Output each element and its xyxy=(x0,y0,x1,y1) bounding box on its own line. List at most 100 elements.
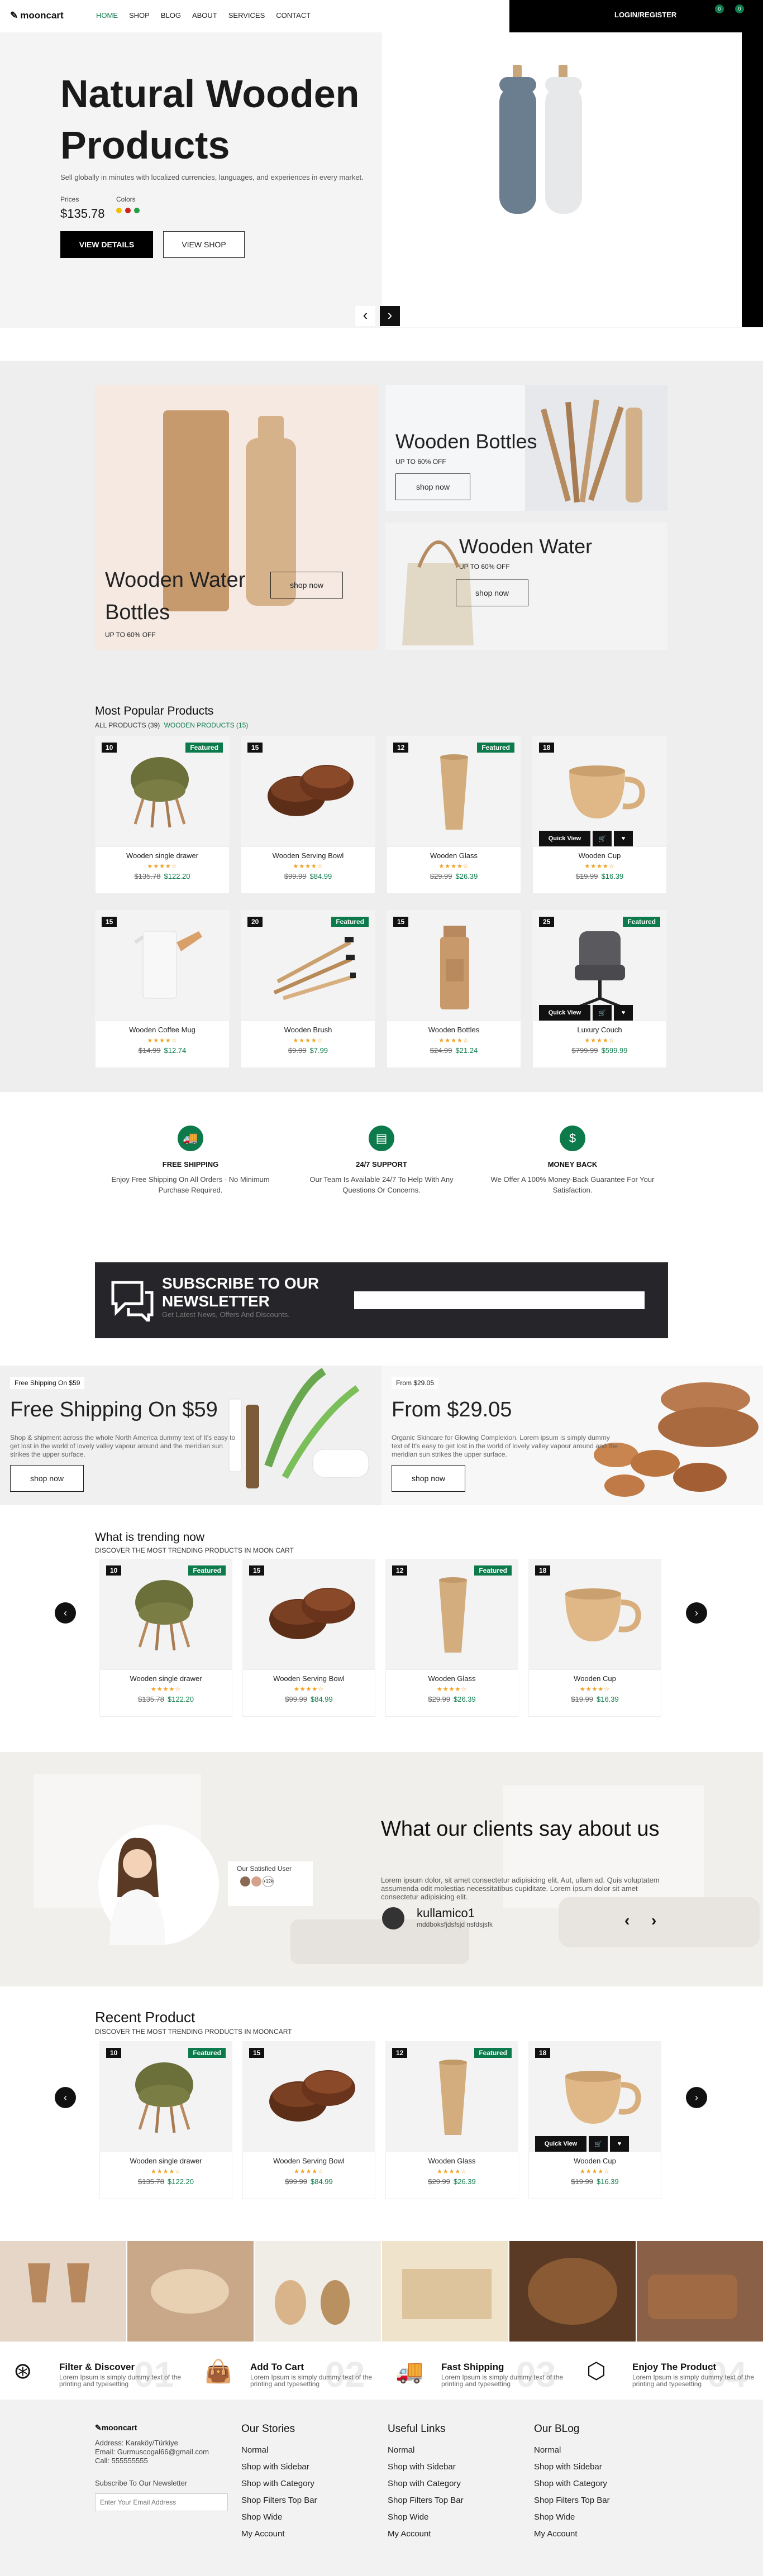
footer-link[interactable]: My Account xyxy=(241,2529,375,2539)
product-name[interactable]: Wooden Coffee Mug xyxy=(96,1026,229,1034)
product-name[interactable]: Wooden Serving Bowl xyxy=(243,2157,375,2165)
filter-wooden[interactable]: WOODEN PRODUCTS (15) xyxy=(164,721,249,729)
product-card[interactable]: 18 Quick View 🛒 ♥ Wooden Cup ★★★★☆ $19.99 $16.3… xyxy=(528,2041,661,2199)
wishlist-button[interactable]: ♥ xyxy=(614,1005,633,1021)
product-card[interactable]: 12 Featured Wooden Glass ★★★★☆ $29.99 $26.39 xyxy=(385,2041,518,2199)
view-shop-button[interactable]: VIEW SHOP xyxy=(163,231,245,258)
product-name[interactable]: Wooden Glass xyxy=(386,1674,518,1683)
product-card[interactable]: 10 Featured Wooden single drawer ★★★★☆ $135.… xyxy=(95,736,230,894)
wishlist-badge[interactable]: 0 xyxy=(715,4,724,13)
color-swatch-red[interactable] xyxy=(125,208,131,213)
recent-next-button[interactable]: › xyxy=(686,2087,707,2108)
product-card[interactable]: 15 Wooden Serving Bowl ★★★★☆ $99.99 $84.99 xyxy=(241,736,375,894)
featured-badge: Featured xyxy=(623,917,660,927)
new-price: $16.39 xyxy=(597,1695,619,1703)
footer-link[interactable]: Shop with Category xyxy=(241,2479,375,2488)
product-card[interactable]: 18 Wooden Cup ★★★★☆ $19.99 $16.39 xyxy=(528,1559,661,1717)
quick-view-button[interactable]: Quick View xyxy=(535,2136,586,2152)
footer-link[interactable]: My Account xyxy=(534,2529,668,2539)
footer-link[interactable]: Shop with Category xyxy=(388,2479,522,2488)
product-name[interactable]: Luxury Couch xyxy=(533,1026,666,1034)
footer-link[interactable]: Shop Wide xyxy=(388,2512,522,2522)
product-name[interactable]: Wooden single drawer xyxy=(100,2157,232,2165)
nav-home[interactable]: HOME xyxy=(96,11,118,20)
footer-logo[interactable]: ✎mooncart xyxy=(95,2423,137,2433)
new-price: $122.20 xyxy=(168,2177,194,2186)
cart-badge[interactable]: 0 xyxy=(735,4,744,13)
trending-next-button[interactable]: › xyxy=(686,1602,707,1624)
hero-next-button[interactable]: › xyxy=(380,306,400,326)
testimonial-prev-button[interactable]: ‹ xyxy=(624,1912,630,1929)
product-name[interactable]: Wooden Brush xyxy=(241,1026,375,1034)
product-name[interactable]: Wooden single drawer xyxy=(100,1674,232,1683)
product-card[interactable]: 15 Wooden Coffee Mug ★★★★☆ $14.99 $12.74 xyxy=(95,910,230,1068)
new-price: $16.39 xyxy=(597,2177,619,2186)
filter-all[interactable]: ALL PRODUCTS (39) xyxy=(95,721,160,729)
hero-prev-button[interactable]: ‹ xyxy=(355,306,375,326)
footer-link[interactable]: Shop with Sidebar xyxy=(388,2462,522,2472)
product-name[interactable]: Wooden Glass xyxy=(386,2157,518,2165)
feature-item: $ MONEY BACK We Offer A 100% Money-Back Gu… xyxy=(477,1126,668,1195)
product-card[interactable]: 25 Featured Quick View 🛒 ♥ Luxury Couch ★★★★☆ $… xyxy=(532,910,667,1068)
newsletter-title: SUBSCRIBE TO OUR NEWSLETTER xyxy=(162,1275,319,1310)
product-card[interactable]: 15 Wooden Bottles ★★★★☆ $24.99 $21.24 xyxy=(387,910,521,1068)
footer-link[interactable]: Shop Filters Top Bar xyxy=(241,2496,375,2505)
product-card[interactable]: 20 Featured Wooden Brush ★★★★☆ $9.99 $7.99 xyxy=(241,910,375,1068)
wishlist-button[interactable]: ♥ xyxy=(610,2136,629,2152)
login-register-link[interactable]: LOGIN/REGISTER xyxy=(614,11,676,19)
footer-link[interactable]: Shop with Category xyxy=(534,2479,668,2488)
product-card[interactable]: 12 Featured Wooden Glass ★★★★☆ $29.99 $26.39 xyxy=(387,736,521,894)
color-swatch-green[interactable] xyxy=(134,208,140,213)
product-name[interactable]: Wooden Serving Bowl xyxy=(243,1674,375,1683)
footer-email-input[interactable] xyxy=(95,2493,228,2511)
quick-view-button[interactable]: Quick View xyxy=(539,1005,590,1021)
footer-link[interactable]: Shop Wide xyxy=(241,2512,375,2522)
footer-link[interactable]: Shop Wide xyxy=(534,2512,668,2522)
product-card[interactable]: 15 Wooden Serving Bowl ★★★★☆ $99.99 $84.99 xyxy=(242,2041,375,2199)
trending-prev-button[interactable]: ‹ xyxy=(55,1602,76,1624)
footer-link[interactable]: Shop with Sidebar xyxy=(241,2462,375,2472)
quick-view-button[interactable]: Quick View xyxy=(539,831,590,846)
color-swatch-yellow[interactable] xyxy=(116,208,122,213)
promo-right-shop-button[interactable]: shop now xyxy=(392,1465,465,1492)
add-to-cart-button[interactable]: 🛒 xyxy=(589,2136,608,2152)
product-number-badge: 10 xyxy=(106,1565,122,1576)
footer-link[interactable]: Normal xyxy=(534,2445,668,2455)
product-card[interactable]: 12 Featured Wooden Glass ★★★★☆ $29.99 $26.39 xyxy=(385,1559,518,1717)
nav-contact[interactable]: CONTACT xyxy=(276,11,311,20)
product-card[interactable]: 10 Featured Wooden single drawer ★★★★☆ $135.… xyxy=(99,2041,232,2199)
service-item: 01 ⊛ Filter & Discover Lorem Ipsum is simpl… xyxy=(11,2342,202,2400)
banner-left-shop-button[interactable]: shop now xyxy=(270,572,343,598)
nav-about[interactable]: ABOUT xyxy=(192,11,217,20)
banner-tr-shop-button[interactable]: shop now xyxy=(395,473,470,500)
nav-services[interactable]: SERVICES xyxy=(228,11,265,20)
product-name[interactable]: Wooden Cup xyxy=(529,1674,661,1683)
product-card[interactable]: 10 Featured Wooden single drawer ★★★★☆ $135.… xyxy=(99,1559,232,1717)
product-card[interactable]: 18 Quick View 🛒 ♥ Wooden Cup ★★★★☆ $19.99 $16.3… xyxy=(532,736,667,894)
wishlist-button[interactable]: ♥ xyxy=(614,831,633,846)
product-name[interactable]: Wooden Glass xyxy=(387,851,521,860)
product-card[interactable]: 15 Wooden Serving Bowl ★★★★☆ $99.99 $84.99 xyxy=(242,1559,375,1717)
banner-br-shop-button[interactable]: shop now xyxy=(456,580,528,606)
footer-link[interactable]: Shop Filters Top Bar xyxy=(534,2496,668,2505)
testimonial-next-button[interactable]: › xyxy=(651,1912,656,1929)
footer-link[interactable]: Shop with Sidebar xyxy=(534,2462,668,2472)
footer-link[interactable]: Normal xyxy=(388,2445,522,2455)
product-name[interactable]: Wooden Serving Bowl xyxy=(241,851,375,860)
logo[interactable]: ✎ mooncart xyxy=(10,10,64,21)
nav-blog[interactable]: BLOG xyxy=(161,11,181,20)
product-name[interactable]: Wooden Cup xyxy=(529,2157,661,2165)
add-to-cart-button[interactable]: 🛒 xyxy=(593,831,612,846)
newsletter-email-input[interactable] xyxy=(354,1291,645,1309)
view-details-button[interactable]: VIEW DETAILS xyxy=(60,231,153,258)
footer-link[interactable]: Normal xyxy=(241,2445,375,2455)
nav-shop[interactable]: SHOP xyxy=(129,11,150,20)
recent-prev-button[interactable]: ‹ xyxy=(55,2087,76,2108)
footer-link[interactable]: Shop Filters Top Bar xyxy=(388,2496,522,2505)
product-name[interactable]: Wooden Cup xyxy=(533,851,666,860)
footer-link[interactable]: My Account xyxy=(388,2529,522,2539)
promo-left-shop-button[interactable]: shop now xyxy=(10,1465,84,1492)
add-to-cart-button[interactable]: 🛒 xyxy=(593,1005,612,1021)
product-name[interactable]: Wooden single drawer xyxy=(96,851,229,860)
product-name[interactable]: Wooden Bottles xyxy=(387,1026,521,1034)
